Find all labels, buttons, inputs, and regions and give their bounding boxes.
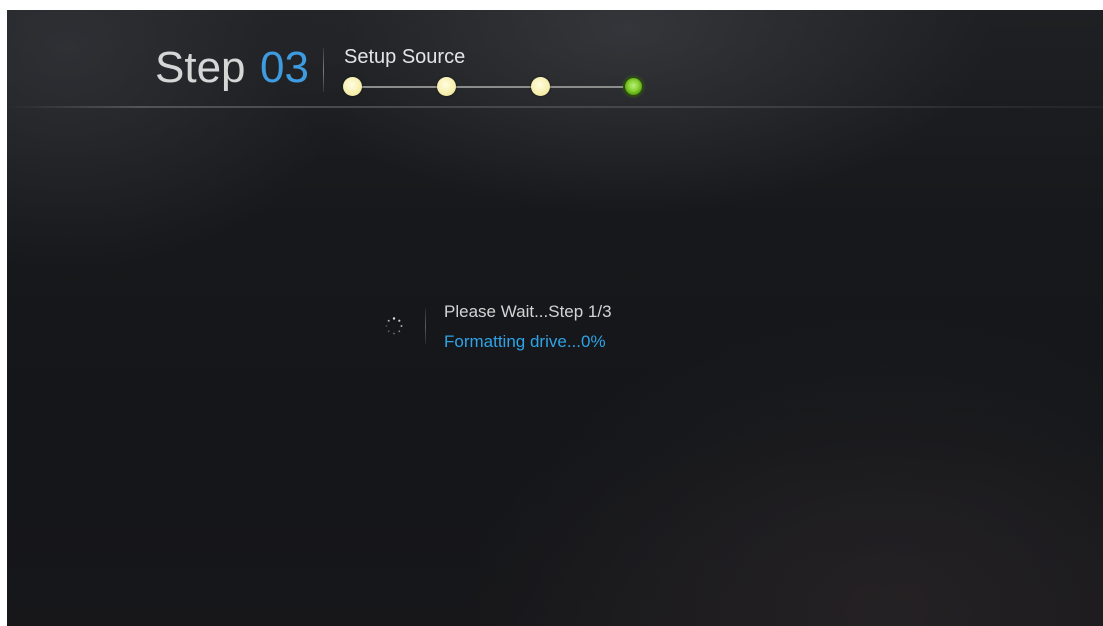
step-word: Step <box>155 43 246 92</box>
wizard-step-dot-3 <box>531 77 550 96</box>
title-separator <box>323 48 324 92</box>
status-separator <box>425 308 426 344</box>
header-divider <box>7 106 1103 108</box>
wizard-step-dot-1 <box>343 77 362 96</box>
loading-spinner-icon <box>385 317 403 335</box>
step-number: 03 <box>260 43 309 92</box>
wizard-step-dot-4-current <box>625 78 642 95</box>
status-detail: Formatting drive...0% <box>444 332 606 351</box>
step-title: Setup Source <box>344 46 466 68</box>
setup-wizard-screen: Step 03 Setup Source Please Wait...Step … <box>7 10 1103 626</box>
wizard-progress-track <box>353 86 633 88</box>
status-message: Please Wait...Step 1/3 <box>444 302 612 321</box>
wizard-progress <box>343 75 643 99</box>
wizard-step-dot-2 <box>437 77 456 96</box>
